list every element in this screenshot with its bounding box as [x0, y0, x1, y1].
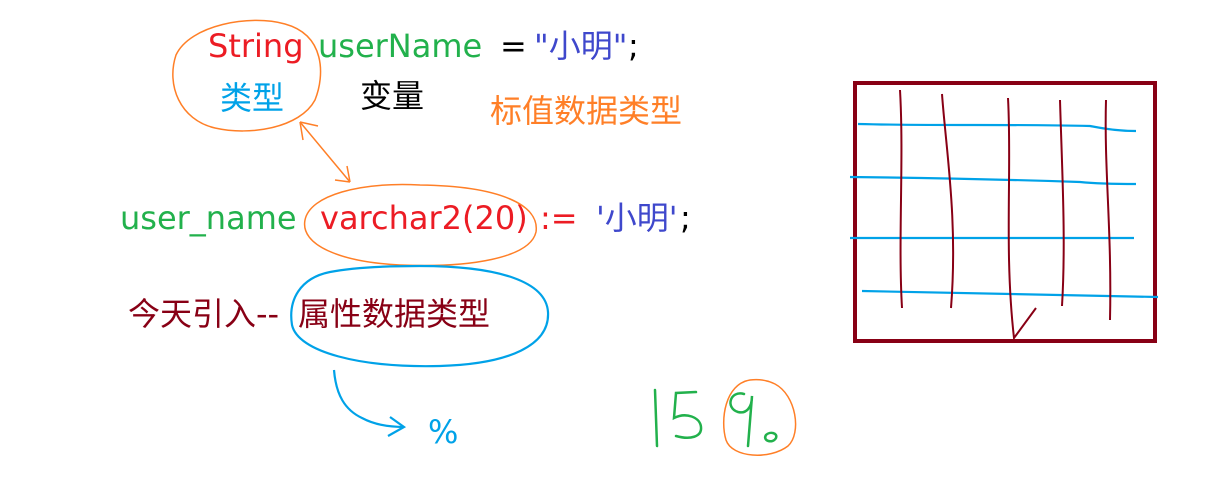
handwritten-159-icon: [653, 388, 778, 448]
type-circle-icon: [172, 19, 322, 132]
hand-drawn-ink: [172, 19, 1159, 456]
double-arrow-icon: [299, 121, 351, 183]
digit-circle-icon: [723, 378, 797, 456]
grid-box-icon: [849, 81, 1159, 343]
attribute-circle-icon: [290, 264, 550, 368]
whiteboard-canvas: String userName = "小明" ; 类型 变量 标值数据类型 us…: [0, 0, 1230, 498]
varchar2-circle-icon: [303, 183, 537, 267]
curved-arrow-icon: [332, 369, 407, 437]
